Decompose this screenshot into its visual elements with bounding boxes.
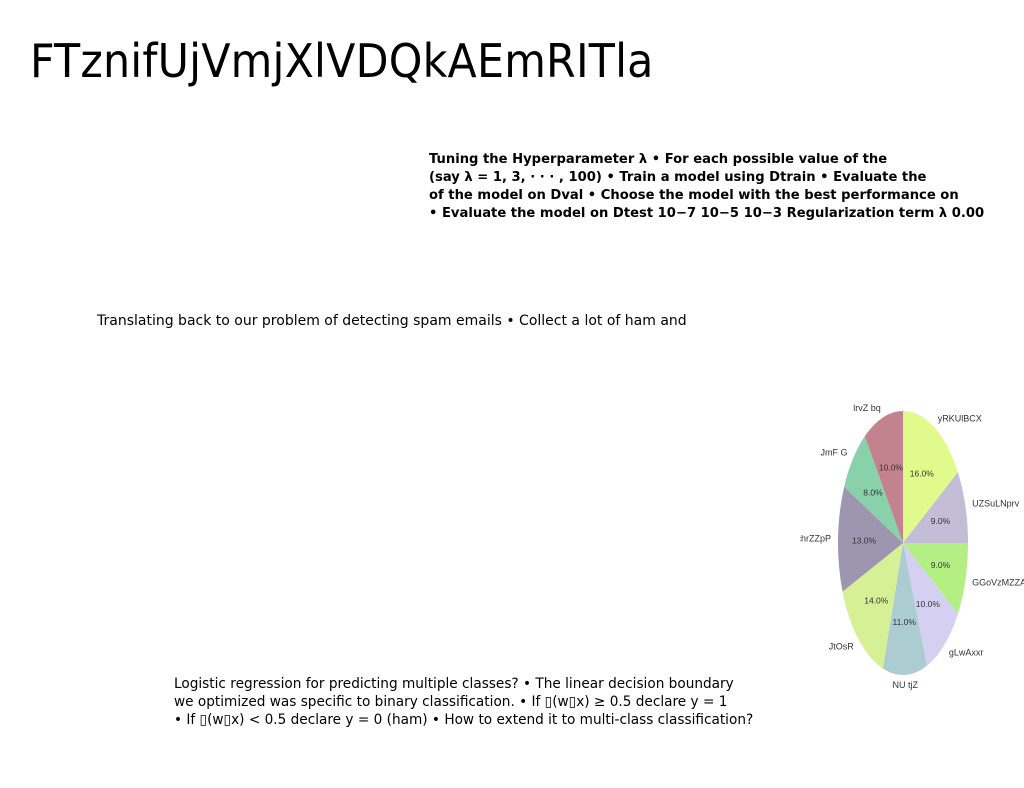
pie-slice-label: gLwAxxr (949, 647, 984, 657)
pie-slice-percent: 10.0% (916, 599, 941, 609)
pie-slice-label: UZSuLNprv (972, 498, 1020, 508)
pie-slice-label: chrZZpP (800, 534, 831, 544)
hyperparameter-text-block: Tuning the Hyperparameter λ • For each p… (429, 151, 1024, 223)
pie-slice-percent: 16.0% (910, 469, 935, 479)
pie-slice-percent: 11.0% (892, 617, 916, 627)
pie-slice-percent: 14.0% (864, 596, 889, 606)
pie-slice-percent: 10.0% (879, 463, 904, 473)
pie-slice-label: lrvZ bq (853, 403, 881, 413)
text-line: • Evaluate the model on Dtest 10−7 10−5 … (429, 206, 985, 221)
pie-slice-label: NU tjZ (893, 680, 919, 690)
pie-slice-label: yRKUlBCX (938, 414, 982, 424)
pie-slice-label: GGoVzMZZAu (972, 578, 1024, 588)
text-line: Tuning the Hyperparameter λ • For each p… (429, 152, 888, 167)
text-line: • If ▯(w▯x) < 0.5 declare y = 0 (ham) • … (174, 712, 754, 728)
pie-slice-label: JtOsR (829, 642, 855, 652)
pie-slice-label: JmF G (821, 447, 848, 457)
text-line: of the model on Dval • Choose the model … (429, 188, 959, 203)
pie-slice-percent: 9.0% (931, 560, 951, 570)
spam-paragraph: Translating back to our problem of detec… (97, 313, 687, 329)
pie-slice-percent: 13.0% (852, 536, 877, 546)
pie-chart: 16.0% yRKUlBCX 9.0% UZSuLNprv 9.0% GGoVzMZZAu… (800, 390, 1024, 700)
text-line: we optimized was specific to binary clas… (174, 694, 728, 710)
logistic-regression-paragraph: Logistic regression for predicting multi… (174, 675, 753, 729)
pie-slice-percent: 8.0% (863, 488, 883, 498)
text-line: (say λ = 1, 3, · · · , 100) • Train a mo… (429, 170, 927, 185)
pie-chart-svg: 16.0% yRKUlBCX 9.0% UZSuLNprv 9.0% GGoVzMZZAu… (800, 403, 1024, 690)
page-title: FTznifUjVmjXlVDQkAEmRITla (30, 34, 654, 88)
text-line: Logistic regression for predicting multi… (174, 676, 734, 692)
pie-slice-percent: 9.0% (931, 516, 951, 526)
